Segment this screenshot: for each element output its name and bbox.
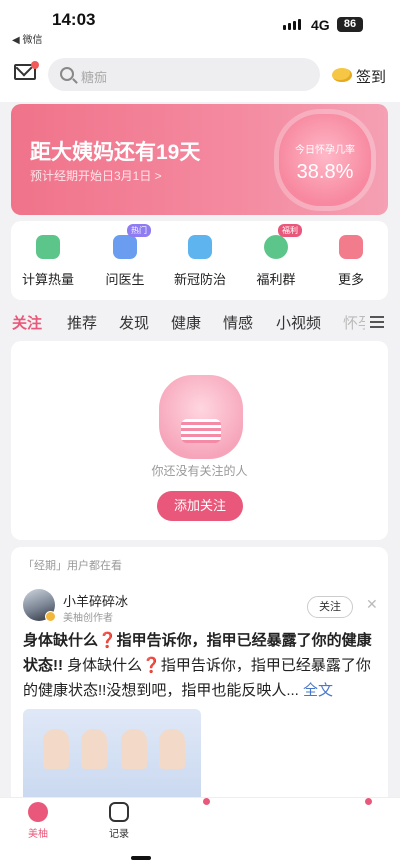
nav-record[interactable]: 记录 [91,802,147,840]
coin-icon[interactable] [332,68,352,82]
calculator-icon [36,235,60,259]
nav-label: 记录 [109,829,129,840]
search-icon [60,67,74,81]
network-type: 4G [311,17,330,33]
quick-action-doctor[interactable]: 热门 问医生 [90,224,160,288]
bottom-nav: 美柚 记录 [0,797,400,866]
signal-icon [283,19,301,30]
shield-icon [188,235,212,259]
quick-action-label: 新冠防治 [173,272,226,287]
battery-icon: 86 [337,17,363,32]
nav-meiyou[interactable]: 美柚 [10,802,66,840]
quick-action-label: 福利群 [256,272,296,287]
top-bar: 糖痂 签到 [0,48,400,102]
author-name[interactable]: 小羊碎碎冰 [63,591,128,610]
quick-action-label: 更多 [337,272,364,287]
menu-icon[interactable] [370,316,384,328]
banner-subtitle[interactable]: 预计经期开始日3月1日 > [30,167,162,184]
feed-hint: 「经期」用户都在看 [23,560,122,572]
author-role: 美柚创作者 [63,613,113,624]
empty-message: 你还没有关注的人 [151,464,248,478]
tab-pregnancy[interactable]: 怀孕 [343,312,365,333]
grid-icon [339,235,363,259]
quick-action-label: 问医生 [105,272,145,287]
status-time: 14:03 [52,10,96,29]
post-image[interactable] [23,709,201,797]
add-follow-button[interactable]: 添加关注 [157,491,243,521]
hot-badge: 热门 [127,224,151,237]
empty-illustration [159,375,243,459]
read-more-link[interactable]: 全文 [299,682,333,699]
empty-follow-card: 你还没有关注的人 添加关注 [11,341,388,540]
doctor-icon: 热门 [113,224,151,259]
checkin-button[interactable]: 签到 [356,66,386,87]
notification-dot [365,798,372,805]
pregnancy-chance-label: 今日怀孕几率 [295,145,355,156]
quick-action-covid[interactable]: 新冠防治 [165,235,235,288]
pregnancy-chance-badge[interactable]: 今日怀孕几率 38.8% [279,114,371,206]
tab-emotion[interactable]: 情感 [223,312,253,333]
nav-label: 美柚 [28,829,48,840]
calendar-icon [109,802,129,822]
quick-action-more[interactable]: 更多 [316,235,386,288]
tab-health[interactable]: 健康 [171,312,201,333]
post-body[interactable]: 身体缺什么❓指甲告诉你，指甲已经暴露了你的健康状态!! 身体缺什么❓指甲告诉你，… [23,628,381,703]
banner-title: 距大姨妈还有19天 [30,141,201,164]
follow-button[interactable]: 关注 [307,596,353,618]
close-icon[interactable]: ✕ [366,596,378,613]
avatar[interactable] [23,589,56,622]
feed-card[interactable]: 「经期」用户都在看 小羊碎碎冰 美柚创作者 关注 ✕ 身体缺什么❓指甲告诉你，指… [11,547,388,797]
welfare-badge: 福利 [278,224,302,237]
period-banner[interactable]: 距大姨妈还有19天 预计经期开始日3月1日 > 今日怀孕几率 38.8% [11,104,388,215]
tab-short-video[interactable]: 小视频 [276,312,321,333]
notification-dot [203,798,210,805]
chat-group-icon: 福利 [264,224,302,259]
quick-action-welfare-group[interactable]: 福利 福利群 [241,224,311,288]
feed-tabs: 关注 推荐 发现 健康 情感 小视频 怀孕 [0,304,400,336]
pregnancy-chance-value: 38.8% [296,161,354,183]
tab-recommend[interactable]: 推荐 [67,312,97,333]
meiyou-icon [28,802,48,822]
status-bar: 14:03 ◀ 微信 4G 86 [0,0,400,48]
search-input[interactable]: 糖痂 [48,58,320,91]
back-to-app-link[interactable]: ◀ 微信 [12,31,42,46]
tab-follow[interactable]: 关注 [12,312,42,333]
quick-action-label: 计算热量 [21,272,74,287]
search-placeholder: 糖痂 [81,70,108,85]
home-indicator [131,856,151,860]
tab-discover[interactable]: 发现 [119,312,149,333]
quick-action-calorie[interactable]: 计算热量 [13,235,83,288]
notification-dot [31,61,39,69]
quick-actions: 计算热量 热门 问医生 新冠防治 福利 福利群 更多 [11,221,388,300]
